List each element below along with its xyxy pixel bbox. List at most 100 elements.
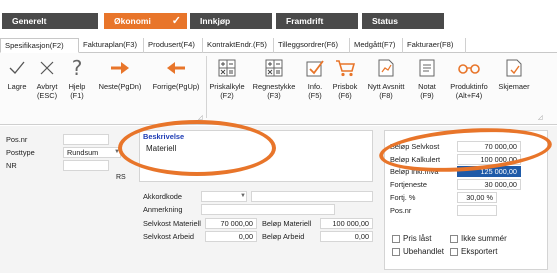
fortj-pct-label: Fortj. %	[390, 193, 416, 202]
rs-label: RS	[116, 174, 126, 181]
close-icon	[32, 57, 62, 79]
description-label: Beskrivelse	[143, 132, 185, 141]
nav-status[interactable]: Status	[362, 13, 444, 29]
product-info-label-2: (Alt+F4)	[455, 91, 483, 100]
group-launcher-icon[interactable]: ◿	[198, 114, 203, 121]
selvkost-arbeid-label: Selvkost Arbeid	[143, 232, 194, 241]
belop-arbeid-input[interactable]: 0,00	[320, 231, 373, 242]
nav-innkjop[interactable]: Innkjøp	[190, 13, 272, 29]
posttype-label: Posttype	[6, 148, 35, 157]
checkmark-icon	[4, 57, 30, 79]
cancel-label-2: (ESC)	[36, 91, 58, 100]
fortjeneste-input[interactable]: 30 000,00	[457, 179, 521, 190]
nr-input[interactable]	[63, 160, 109, 171]
posnr-input[interactable]	[63, 134, 109, 145]
shopping-cart-icon	[330, 57, 360, 79]
posttype-select[interactable]: Rundsum	[63, 147, 121, 158]
next-label: Neste(PgDn)	[98, 82, 142, 91]
selvkost-materiell-input[interactable]: 70 000,00	[205, 218, 257, 229]
price-book-button[interactable]: Prisbok (F6)	[330, 57, 360, 100]
tab-kontraktendr[interactable]: KontraktEndr.(F5)	[203, 38, 274, 53]
document-chart-icon	[362, 57, 410, 79]
nav-generelt[interactable]: Generelt	[2, 13, 98, 29]
app-window: Generelt Økonomi ✓ Innkjøp Framdrift Stat…	[0, 0, 557, 273]
save-button[interactable]: Lagre	[4, 57, 30, 91]
nav-status-label: Status	[372, 16, 398, 26]
save-label: Lagre	[7, 82, 27, 91]
new-section-button[interactable]: Nytt Avsnitt (F8)	[362, 57, 410, 100]
chevron-down-icon[interactable]: ▼	[114, 149, 120, 155]
posnr-right-input[interactable]	[457, 205, 497, 216]
calculation-button[interactable]: Regnestykke (F3)	[251, 57, 297, 100]
product-info-button[interactable]: Produktinfo (Alt+F4)	[445, 57, 493, 100]
info-button[interactable]: Info. (F5)	[302, 57, 328, 100]
note-icon	[414, 57, 440, 79]
price-calculation-button[interactable]: Priskalkyle (F2)	[207, 57, 247, 100]
product-info-label-1: Produktinfo	[450, 82, 488, 91]
forms-button[interactable]: Skjemaer	[494, 57, 534, 91]
anmerkning-label: Anmerkning	[143, 205, 183, 214]
glasses-icon	[445, 57, 493, 79]
forms-label: Skjemaer	[498, 82, 530, 91]
nav-framdrift-label: Framdrift	[286, 16, 324, 26]
belop-kalkulert-label: Beløp Kalkulert	[390, 155, 441, 164]
help-button[interactable]: ? Hjelp (F1)	[64, 55, 90, 101]
belop-kalkulert-input[interactable]: 100 000,00	[457, 154, 521, 165]
note-label-1: Notat	[418, 82, 436, 91]
eksportert-label: Eksportert	[461, 247, 498, 256]
tab-fakturaer[interactable]: Fakturaer(F8)	[403, 38, 466, 53]
group-launcher-icon[interactable]: ◿	[538, 114, 543, 121]
akkordkode-description	[251, 191, 373, 202]
belop-arbeid-label: Beløp Arbeid	[262, 232, 305, 241]
fortjeneste-label: Fortjeneste	[390, 180, 427, 189]
pris-last-label: Pris låst	[403, 234, 432, 243]
note-button[interactable]: Notat (F9)	[414, 57, 440, 100]
anmerkning-input[interactable]	[201, 204, 335, 215]
selvkost-arbeid-input[interactable]: 0,00	[205, 231, 257, 242]
question-mark-icon: ?	[71, 55, 83, 80]
description-text[interactable]: Materiell	[146, 144, 176, 153]
akkordkode-label: Akkordkode	[143, 192, 183, 201]
ribbon-toolbar: Lagre Avbryt (ESC) ? Hjelp (F1) Neste(Pg…	[0, 53, 557, 125]
checkmark-icon: ✓	[171, 15, 181, 27]
tab-produsert[interactable]: Produsert(F4)	[144, 38, 203, 53]
belop-selvkost-label: Beløp Selvkost	[390, 142, 440, 151]
fortj-pct-input[interactable]: 30,00 %	[457, 192, 497, 203]
chevron-down-icon[interactable]: ▼	[240, 193, 246, 199]
arrow-left-icon	[148, 57, 204, 79]
nav-okonomi[interactable]: Økonomi ✓	[104, 13, 187, 29]
next-button[interactable]: Neste(PgDn)	[92, 57, 148, 91]
tab-fakturaplan[interactable]: Fakturaplan(F3)	[79, 38, 144, 53]
belop-inkl-mva-input[interactable]: 125 000,00	[457, 166, 521, 177]
nav-framdrift[interactable]: Framdrift	[276, 13, 358, 29]
belop-selvkost-input[interactable]: 70 000,00	[457, 141, 521, 152]
checklist-icon	[302, 57, 328, 79]
posttype-value: Rundsum	[67, 148, 99, 157]
cancel-label-1: Avbryt	[36, 82, 58, 91]
nav-generelt-label: Generelt	[12, 16, 47, 26]
help-label-1: Hjelp	[68, 82, 86, 91]
pris-last-checkbox[interactable]	[392, 235, 400, 243]
form-document-icon	[494, 57, 534, 79]
previous-label: Forrige(PgUp)	[152, 82, 200, 91]
calculation-label-1: Regnestykke	[252, 82, 296, 91]
nav-innkjop-label: Innkjøp	[200, 16, 231, 26]
posnr-label: Pos.nr	[6, 135, 28, 144]
belop-materiell-input[interactable]: 100 000,00	[320, 218, 373, 229]
ubehandlet-label: Ubehandlet	[403, 247, 444, 256]
tab-medgatt[interactable]: Medgått(F7)	[350, 38, 403, 53]
ikke-summer-checkbox[interactable]	[450, 235, 458, 243]
form-area: Pos.nr Posttype Rundsum ▼ NR RS Beskrive…	[0, 126, 557, 273]
previous-button[interactable]: Forrige(PgUp)	[148, 57, 204, 91]
belop-inkl-mva-label: Beløp inkl.mva	[390, 167, 439, 176]
ubehandlet-checkbox[interactable]	[392, 248, 400, 256]
tab-tilleggsordrer[interactable]: Tilleggsordrer(F6)	[274, 38, 350, 53]
cancel-button[interactable]: Avbryt (ESC)	[32, 57, 62, 100]
calculation-label-2: (F3)	[267, 91, 281, 100]
info-label-1: Info.	[307, 82, 323, 91]
top-nav: Generelt Økonomi ✓ Innkjøp Framdrift Stat…	[0, 0, 557, 36]
new-section-label-2: (F8)	[379, 91, 393, 100]
calculator-icon	[251, 57, 297, 79]
eksportert-checkbox[interactable]	[450, 248, 458, 256]
tab-spesifikasjon[interactable]: Spesifikasjon(F2)	[0, 38, 79, 53]
